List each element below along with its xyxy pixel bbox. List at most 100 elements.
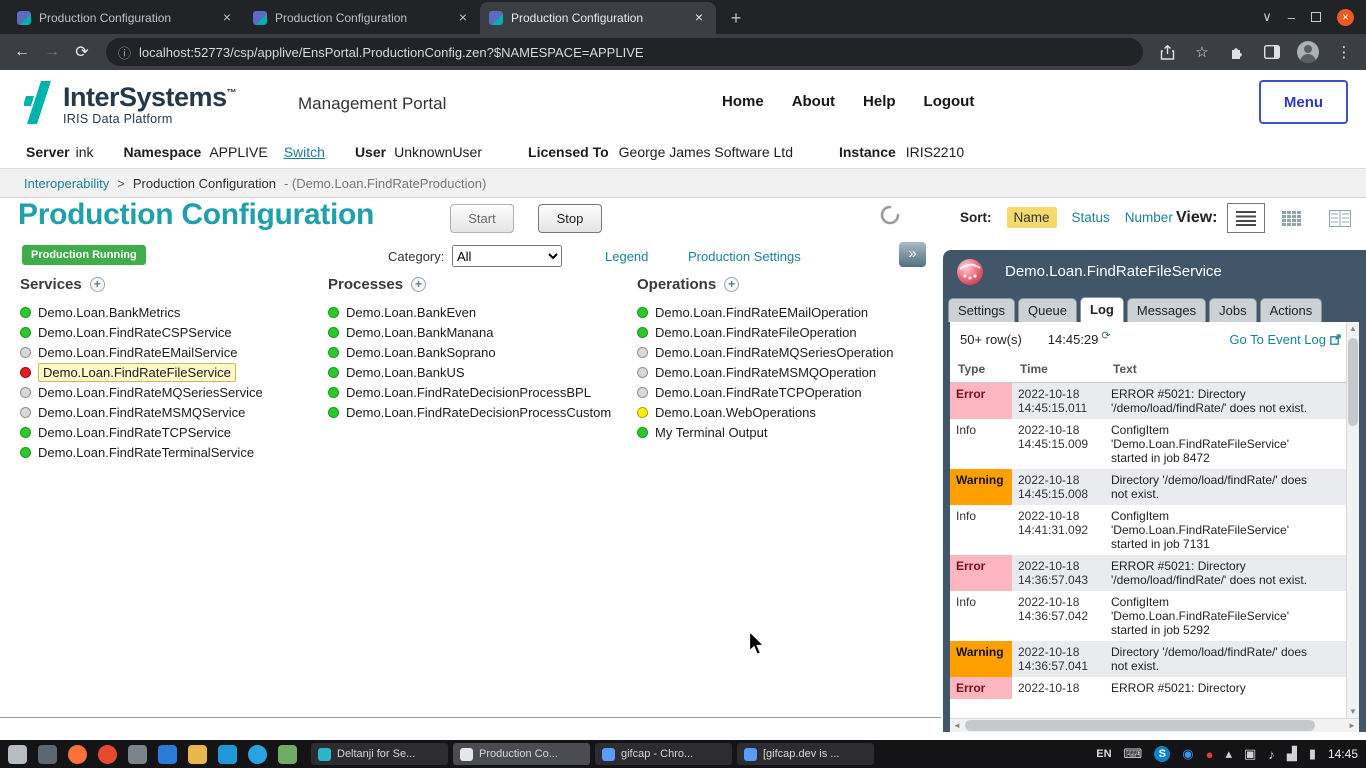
- panel-tab-jobs[interactable]: Jobs: [1209, 298, 1256, 322]
- scroll-down-icon[interactable]: ▼: [1347, 705, 1359, 718]
- scroll-up-icon[interactable]: ▲: [1347, 322, 1359, 335]
- taskbar-clock[interactable]: 14:45: [1328, 747, 1358, 761]
- panel-horizontal-scrollbar[interactable]: ◄ ►: [950, 718, 1359, 732]
- process-item[interactable]: Demo.Loan.FindRateDecisionProcessCustom: [328, 402, 628, 422]
- tab-close-icon[interactable]: ×: [219, 10, 235, 26]
- folder-icon[interactable]: [188, 745, 207, 764]
- office-icon[interactable]: [278, 745, 297, 764]
- operation-item[interactable]: Demo.Loan.FindRateMQSeriesOperation: [637, 342, 937, 362]
- scroll-right-icon[interactable]: ►: [1345, 719, 1359, 732]
- view-split-button[interactable]: [1321, 203, 1359, 233]
- process-item[interactable]: Demo.Loan.BankSoprano: [328, 342, 628, 362]
- browser-tab[interactable]: Production Configuration×: [480, 2, 716, 34]
- process-item[interactable]: Demo.Loan.BankEven: [328, 302, 628, 322]
- service-item[interactable]: Demo.Loan.FindRateFileService: [20, 362, 320, 382]
- service-item[interactable]: Demo.Loan.FindRateMQSeriesService: [20, 382, 320, 402]
- reload-icon[interactable]: ⟳: [68, 38, 96, 66]
- taskbar-window[interactable]: gifcap - Chro...: [595, 743, 732, 765]
- add-service-button[interactable]: +: [90, 277, 105, 292]
- panel-vertical-scrollbar[interactable]: ▲ ▼: [1346, 322, 1359, 718]
- skype-icon[interactable]: S: [1154, 746, 1170, 762]
- legend-link[interactable]: Legend: [605, 249, 648, 264]
- sort-option-status[interactable]: Status: [1072, 210, 1110, 225]
- category-select[interactable]: All: [452, 245, 562, 267]
- display-icon[interactable]: ▣: [1244, 746, 1256, 762]
- operation-item[interactable]: Demo.Loan.FindRateMSMQOperation: [637, 362, 937, 382]
- process-item[interactable]: Demo.Loan.FindRateDecisionProcessBPL: [328, 382, 628, 402]
- browser-tab[interactable]: Production Configuration×: [8, 2, 244, 34]
- address-bar[interactable]: ⓘ localhost:52773/csp/applive/EnsPortal.…: [106, 38, 1143, 66]
- app-menu-icon[interactable]: [8, 745, 27, 764]
- site-info-icon[interactable]: ⓘ: [118, 43, 131, 62]
- service-item[interactable]: Demo.Loan.BankMetrics: [20, 302, 320, 322]
- taskbar-window[interactable]: Deltanji for Se...: [311, 743, 448, 765]
- tab-close-icon[interactable]: ×: [455, 10, 471, 26]
- record-icon[interactable]: ●: [1206, 747, 1214, 762]
- share-icon[interactable]: [1157, 42, 1177, 62]
- battery-icon[interactable]: ▮: [1309, 746, 1316, 762]
- nav-link-home[interactable]: Home: [722, 93, 764, 110]
- language-indicator[interactable]: EN: [1096, 748, 1111, 760]
- panel-tab-log[interactable]: Log: [1080, 297, 1124, 322]
- scroll-left-icon[interactable]: ◄: [950, 719, 964, 732]
- camera-icon[interactable]: ◉: [1182, 746, 1193, 762]
- network-icon[interactable]: ▟: [1287, 746, 1297, 762]
- nav-link-about[interactable]: About: [792, 93, 835, 110]
- operation-item[interactable]: Demo.Loan.FindRateFileOperation: [637, 322, 937, 342]
- close-icon[interactable]: ×: [1337, 9, 1354, 26]
- process-item[interactable]: Demo.Loan.BankManana: [328, 322, 628, 342]
- panel-tab-settings[interactable]: Settings: [948, 298, 1015, 322]
- keyboard-layout-icon[interactable]: ⌨: [1124, 746, 1143, 762]
- service-item[interactable]: Demo.Loan.FindRateEMailService: [20, 342, 320, 362]
- sort-option-number[interactable]: Number: [1125, 210, 1173, 225]
- refresh-log-icon[interactable]: ⟳: [1101, 329, 1110, 342]
- horizontal-scroll-thumb[interactable]: [965, 720, 1315, 731]
- maximize-icon[interactable]: [1311, 12, 1321, 22]
- service-item[interactable]: Demo.Loan.FindRateMSMQService: [20, 402, 320, 422]
- back-icon[interactable]: ←: [8, 38, 36, 66]
- operation-item[interactable]: Demo.Loan.WebOperations: [637, 402, 937, 422]
- service-item[interactable]: Demo.Loan.FindRateCSPService: [20, 322, 320, 342]
- panel-tab-queue[interactable]: Queue: [1018, 298, 1077, 322]
- expand-panel-button[interactable]: »: [899, 242, 926, 267]
- screenshot-icon[interactable]: [128, 745, 147, 764]
- browser-menu-icon[interactable]: ⋮: [1334, 42, 1354, 62]
- firefox-icon[interactable]: [68, 745, 87, 764]
- telegram-icon[interactable]: [248, 745, 267, 764]
- sort-option-name[interactable]: Name: [1007, 207, 1057, 228]
- forward-icon[interactable]: →: [38, 38, 66, 66]
- extensions-icon[interactable]: [1227, 42, 1247, 62]
- tab-close-icon[interactable]: ×: [691, 10, 707, 26]
- nav-link-logout[interactable]: Logout: [924, 93, 975, 110]
- menu-button[interactable]: Menu: [1259, 80, 1348, 124]
- bookmark-star-icon[interactable]: ☆: [1192, 42, 1212, 62]
- panel-tab-messages[interactable]: Messages: [1127, 298, 1206, 322]
- browser-tab[interactable]: Production Configuration×: [244, 2, 480, 34]
- taskbar-window[interactable]: Production Co...: [453, 743, 590, 765]
- go-to-event-log-link[interactable]: Go To Event Log: [1229, 332, 1341, 347]
- process-item[interactable]: Demo.Loan.BankUS: [328, 362, 628, 382]
- view-list-button[interactable]: [1227, 203, 1265, 233]
- production-settings-link[interactable]: Production Settings: [688, 249, 801, 264]
- volume-icon[interactable]: ♪: [1268, 747, 1275, 762]
- stop-button[interactable]: Stop: [538, 204, 602, 233]
- new-tab-button[interactable]: +: [722, 4, 750, 32]
- tab-search-icon[interactable]: ∨: [1262, 9, 1272, 25]
- add-process-button[interactable]: +: [411, 277, 426, 292]
- file-manager-icon[interactable]: [38, 745, 57, 764]
- minimize-icon[interactable]: –: [1288, 10, 1295, 25]
- view-grid-button[interactable]: [1274, 203, 1312, 233]
- editor-icon[interactable]: [218, 745, 237, 764]
- vscode-icon[interactable]: [158, 745, 177, 764]
- nav-link-help[interactable]: Help: [863, 93, 896, 110]
- side-panel-icon[interactable]: [1262, 42, 1282, 62]
- tray-expand-icon[interactable]: ▴: [1225, 746, 1232, 762]
- service-item[interactable]: Demo.Loan.FindRateTerminalService: [20, 442, 320, 462]
- start-button[interactable]: Start: [450, 204, 514, 233]
- breadcrumb-root-link[interactable]: Interoperability: [24, 176, 109, 191]
- operation-item[interactable]: My Terminal Output: [637, 422, 937, 442]
- media-player-icon[interactable]: [98, 745, 117, 764]
- operation-item[interactable]: Demo.Loan.FindRateEMailOperation: [637, 302, 937, 322]
- service-item[interactable]: Demo.Loan.FindRateTCPService: [20, 422, 320, 442]
- switch-link[interactable]: Switch: [284, 144, 325, 160]
